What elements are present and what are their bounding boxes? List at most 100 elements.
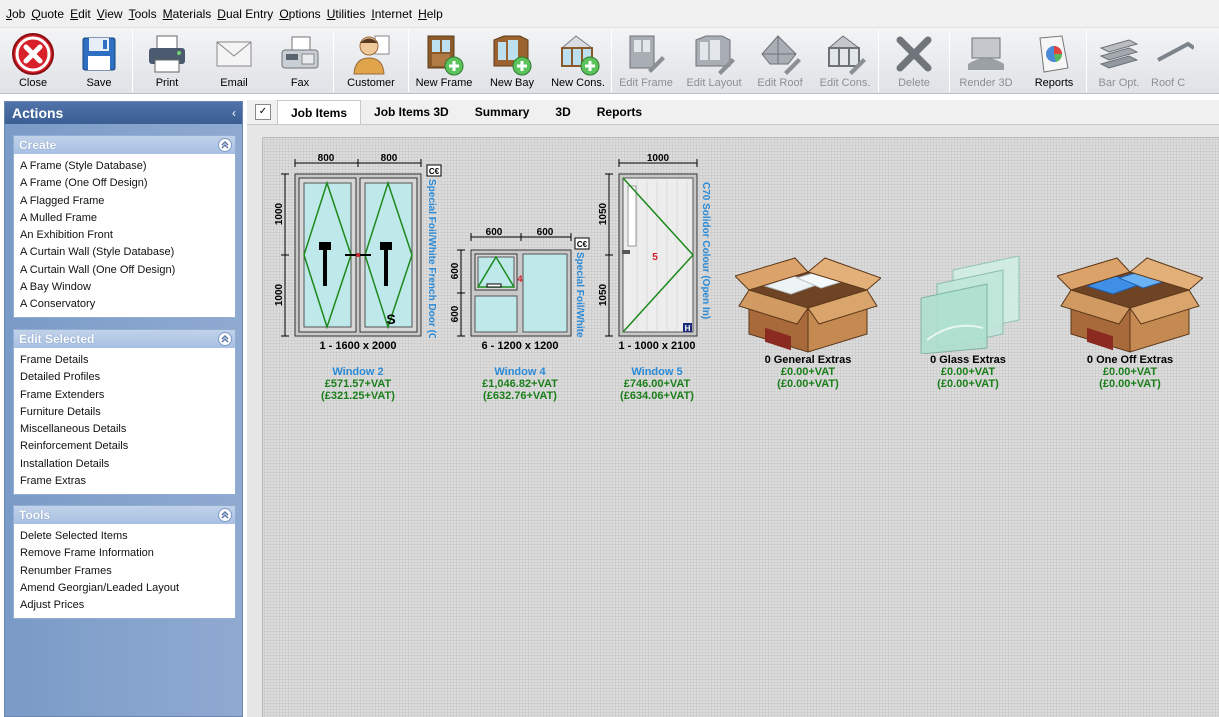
chevron-up-icon[interactable]	[218, 332, 232, 346]
new-conservatory-button[interactable]: New Cons.	[545, 28, 611, 93]
close-button[interactable]: Close	[0, 28, 66, 93]
edit-miscellaneous-details[interactable]: Miscellaneous Details	[20, 421, 235, 438]
create-group-header[interactable]: Create	[14, 136, 235, 154]
sash-marker: S	[386, 311, 395, 327]
edit-reinforcement-details[interactable]: Reinforcement Details	[20, 438, 235, 455]
menu-job[interactable]: Job	[6, 7, 25, 21]
edit-installation-details[interactable]: Installation Details	[20, 456, 235, 473]
edit-frame-details[interactable]: Frame Details	[20, 352, 235, 369]
extras-price: £0.00+VAT	[1102, 366, 1158, 378]
create-mulled-frame[interactable]: A Mulled Frame	[20, 210, 235, 227]
render-3d-button[interactable]: Render 3D	[950, 28, 1022, 93]
menu-internet[interactable]: Internet	[371, 7, 412, 21]
bar-optimise-icon	[1096, 32, 1142, 76]
menu-utilities[interactable]: Utilities	[327, 7, 366, 21]
menu-help[interactable]: Help	[418, 7, 443, 21]
new-frame-icon	[421, 32, 467, 76]
menu-dual-entry[interactable]: Dual Entry	[217, 7, 273, 21]
frame-size: 1 - 1000 x 2100	[618, 340, 696, 352]
edit-frame-extenders[interactable]: Frame Extenders	[20, 387, 235, 404]
create-conservatory[interactable]: A Conservatory	[20, 296, 235, 313]
dim-width: 1000	[647, 154, 670, 164]
tab-reports[interactable]: Reports	[584, 100, 655, 124]
create-curtain-wall-style-database[interactable]: A Curtain Wall (Style Database)	[20, 244, 235, 261]
chevron-up-icon[interactable]	[218, 138, 232, 152]
job-item-window-5[interactable]: 1000 1050 1050 5 H C70 Solidor Colour (O…	[597, 154, 717, 402]
tools-remove-frame-information[interactable]: Remove Frame Information	[20, 545, 235, 562]
checkbox-icon[interactable]: ✓	[255, 104, 271, 120]
create-frame-style-database[interactable]: A Frame (Style Database)	[20, 158, 235, 175]
save-button[interactable]: Save	[66, 28, 132, 93]
tab-job-items[interactable]: Job Items	[277, 100, 362, 124]
create-flagged-frame[interactable]: A Flagged Frame	[20, 193, 235, 210]
tab-job-items-3d[interactable]: Job Items 3D	[361, 100, 462, 124]
edit-furniture-details[interactable]: Furniture Details	[20, 404, 235, 421]
menu-options[interactable]: Options	[279, 7, 320, 21]
customer-button[interactable]: Customer	[334, 28, 408, 93]
job-item-window-4[interactable]: 600 600 600 600 4 C€ Special Foil/White …	[449, 154, 591, 402]
new-frame-button[interactable]: New Frame	[409, 28, 479, 93]
edit-conservatory-button[interactable]: Edit Cons.	[812, 28, 878, 93]
roof-button[interactable]: Roof C	[1151, 28, 1194, 93]
dim-height-bottom: 1000	[274, 283, 285, 306]
create-exhibition-front[interactable]: An Exhibition Front	[20, 227, 235, 244]
edit-layout-button[interactable]: Edit Layout	[680, 28, 748, 93]
menu-view[interactable]: View	[97, 7, 123, 21]
edit-detailed-profiles[interactable]: Detailed Profiles	[20, 369, 235, 386]
create-group: Create A Frame (Style Database) A Frame …	[13, 135, 236, 318]
edit-selected-group-header[interactable]: Edit Selected	[14, 330, 235, 348]
frame-name[interactable]: Window 4	[449, 366, 591, 378]
frame-name[interactable]: Window 2	[273, 366, 443, 378]
dim-width-left: 600	[486, 227, 503, 238]
menu-edit[interactable]: Edit	[70, 7, 91, 21]
reports-button[interactable]: Reports	[1022, 28, 1086, 93]
job-items-canvas: 800 800 1000 1000 S C€ Special Foil/Whit…	[262, 137, 1219, 717]
customer-icon	[348, 32, 394, 76]
tools-adjust-prices[interactable]: Adjust Prices	[20, 597, 235, 614]
close-label: Close	[18, 77, 48, 89]
edit-conservatory-icon	[822, 32, 868, 76]
collapse-panel-icon[interactable]: ‹	[232, 102, 242, 124]
edit-selected-group: Edit Selected Frame Details Detailed Pro…	[13, 329, 236, 495]
menu-tools[interactable]: Tools	[129, 7, 157, 21]
new-bay-label: New Bay	[489, 77, 535, 89]
fax-button[interactable]: Fax	[267, 28, 333, 93]
dim-height-top: 1000	[274, 202, 285, 225]
chevron-up-icon[interactable]	[218, 508, 232, 522]
extras-price-ex: (£0.00+VAT)	[937, 378, 999, 390]
create-frame-one-off-design[interactable]: A Frame (One Off Design)	[20, 175, 235, 192]
email-button[interactable]: Email	[201, 28, 267, 93]
bar-optimise-button[interactable]: Bar Opt.	[1087, 28, 1151, 93]
general-extras-item[interactable]: 0 General Extras £0.00+VAT (£0.00+VAT)	[735, 250, 881, 390]
menu-materials[interactable]: Materials	[163, 7, 212, 21]
menu-quote[interactable]: Quote	[31, 7, 64, 21]
edit-roof-button[interactable]: Edit Roof	[748, 28, 812, 93]
dim-width-right: 600	[537, 227, 554, 238]
glass-extras-item[interactable]: 0 Glass Extras £0.00+VAT (£0.00+VAT)	[903, 250, 1033, 390]
delete-button[interactable]: Delete	[879, 28, 949, 93]
general-extras-box-icon	[735, 257, 881, 353]
tools-renumber-frames[interactable]: Renumber Frames	[20, 563, 235, 580]
frame-style-text: C70 Solidor Colour (Open In)	[700, 182, 711, 319]
frame-name[interactable]: Window 5	[597, 366, 717, 378]
delete-icon	[891, 32, 937, 76]
job-item-window-2[interactable]: 800 800 1000 1000 S C€ Special Foil/Whit…	[273, 154, 443, 402]
frame-size: 1 - 1600 x 2000	[319, 340, 397, 352]
menu-bar: Job Quote Edit View Tools Materials Dual…	[0, 0, 1219, 28]
tab-3d[interactable]: 3D	[542, 100, 583, 124]
create-curtain-wall-one-off-design[interactable]: A Curtain Wall (One Off Design)	[20, 262, 235, 279]
print-button[interactable]: Print	[133, 28, 201, 93]
tab-summary[interactable]: Summary	[462, 100, 543, 124]
tools-delete-selected-items[interactable]: Delete Selected Items	[20, 528, 235, 545]
roof-label: Roof C	[1151, 77, 1186, 89]
edit-roof-icon	[757, 32, 803, 76]
tools-amend-georgian-leaded-layout[interactable]: Amend Georgian/Leaded Layout	[20, 580, 235, 597]
tools-group-header[interactable]: Tools	[14, 506, 235, 524]
actions-header: Actions ‹	[5, 102, 242, 124]
create-bay-window[interactable]: A Bay Window	[20, 279, 235, 296]
new-bay-button[interactable]: New Bay	[479, 28, 545, 93]
render-3d-label: Render 3D	[959, 77, 1013, 89]
edit-frame-button[interactable]: Edit Frame	[612, 28, 680, 93]
edit-frame-extras[interactable]: Frame Extras	[20, 473, 235, 490]
one-off-extras-item[interactable]: 0 One Off Extras £0.00+VAT (£0.00+VAT)	[1057, 250, 1203, 390]
